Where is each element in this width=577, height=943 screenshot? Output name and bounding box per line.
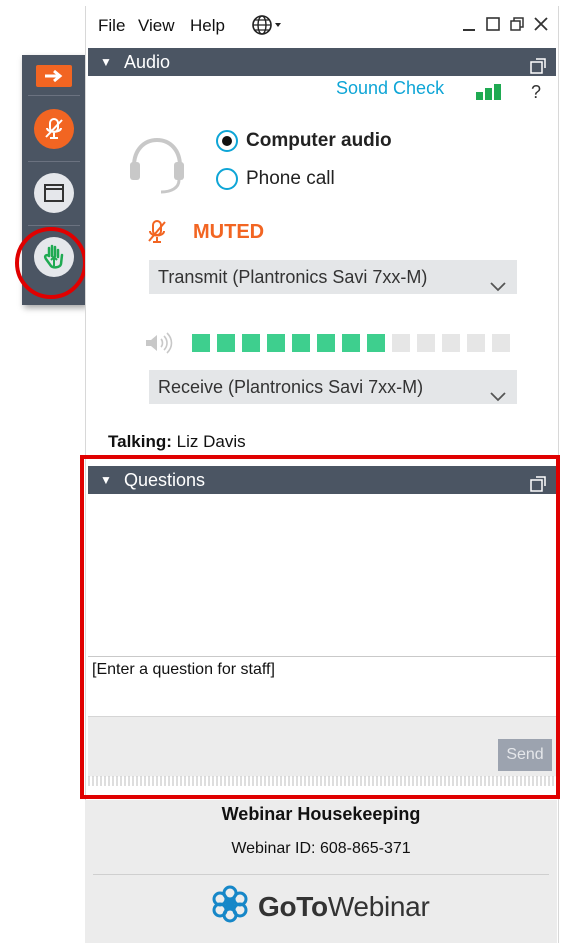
housekeeping-title: Webinar Housekeeping	[221, 804, 421, 824]
headset-icon	[126, 130, 188, 201]
webinar-id: Webinar ID: 608-865-371	[231, 840, 411, 857]
expand-arrow-icon[interactable]	[36, 65, 72, 87]
minimize-icon[interactable]	[460, 14, 478, 34]
audio-section-header[interactable]: ▼ Audio	[88, 48, 556, 76]
volume-segment	[242, 334, 260, 352]
volume-segment	[392, 334, 410, 352]
gotowebinar-flower-icon	[210, 884, 250, 929]
talking-name: Liz Davis	[176, 432, 246, 451]
volume-segment	[417, 334, 435, 352]
volume-segment	[192, 334, 210, 352]
volume-meter	[192, 334, 510, 352]
screen-window-icon[interactable]	[34, 173, 74, 213]
chevron-down-icon	[489, 380, 507, 414]
housekeeping-panel: Webinar Housekeeping Webinar ID: 608-865…	[85, 800, 557, 943]
raise-hand-highlight	[15, 227, 87, 299]
audio-help-button[interactable]: ?	[531, 82, 541, 103]
menu-bar: File View Help	[86, 6, 558, 44]
transmit-device-select[interactable]: Transmit (Plantronics Savi 7xx-M)	[149, 260, 517, 294]
language-globe-icon[interactable]	[251, 14, 283, 41]
sound-check-link[interactable]: Sound Check	[336, 78, 444, 99]
mute-microphone-icon[interactable]	[34, 109, 74, 149]
menu-help[interactable]: Help	[190, 16, 225, 36]
speaker-volume-icon	[144, 332, 176, 359]
volume-segment	[467, 334, 485, 352]
signal-strength-icon	[476, 84, 501, 100]
volume-segment	[492, 334, 510, 352]
muted-status: MUTED	[193, 221, 265, 243]
popout-icon[interactable]	[530, 54, 546, 82]
volume-segment	[292, 334, 310, 352]
brand-name: GoToWebinar	[258, 890, 430, 922]
close-icon[interactable]	[532, 14, 550, 34]
talking-indicator: Talking: Liz Davis	[108, 432, 246, 451]
receive-device-select[interactable]: Receive (Plantronics Savi 7xx-M)	[149, 370, 517, 404]
volume-segment	[267, 334, 285, 352]
menu-view[interactable]: View	[138, 16, 175, 36]
chevron-down-icon	[489, 270, 507, 304]
volume-segment	[342, 334, 360, 352]
questions-highlight	[80, 455, 560, 799]
menu-file[interactable]: File	[98, 16, 125, 36]
gotowebinar-logo: GoToWebinar	[210, 884, 430, 929]
volume-segment	[317, 334, 335, 352]
muted-microphone-icon	[146, 219, 168, 250]
maximize-icon[interactable]	[484, 14, 502, 34]
volume-segment	[367, 334, 385, 352]
computer-audio-radio[interactable]: Computer audio	[216, 130, 392, 152]
volume-segment	[442, 334, 460, 352]
restore-icon[interactable]	[508, 14, 526, 34]
phone-call-radio[interactable]: Phone call	[216, 168, 335, 190]
volume-segment	[217, 334, 235, 352]
collapse-triangle-icon[interactable]: ▼	[100, 48, 112, 76]
audio-title: Audio	[124, 52, 171, 72]
